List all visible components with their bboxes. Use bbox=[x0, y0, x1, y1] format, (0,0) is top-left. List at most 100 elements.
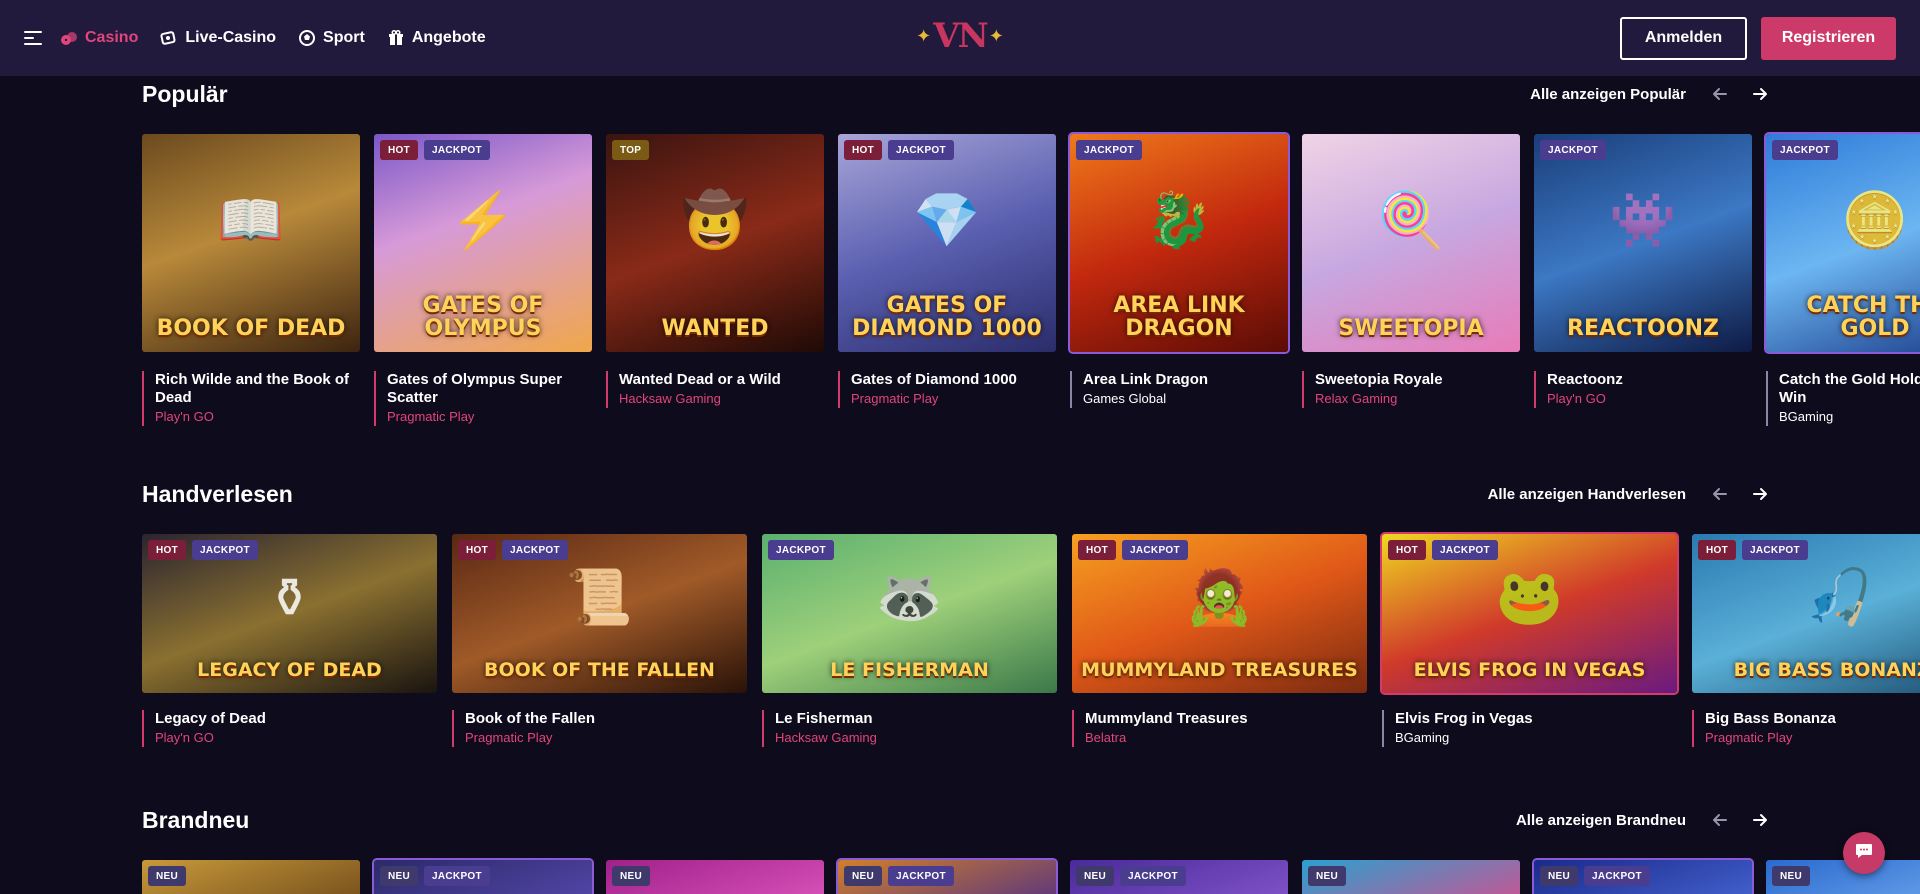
game-thumbnail[interactable]: NEU bbox=[606, 860, 824, 894]
game-provider[interactable]: Hacksaw Gaming bbox=[775, 729, 1057, 747]
game-thumbnail[interactable]: 🧟 MUMMYLAND TREASURES HOT JACKPOT bbox=[1072, 534, 1367, 693]
game-title[interactable]: Gates of Diamond 1000 bbox=[851, 371, 1056, 389]
badge-group: NEU bbox=[1308, 866, 1347, 886]
login-button[interactable]: Anmelden bbox=[1620, 16, 1747, 60]
game-logo-text: BOOK OF THE FALLEN bbox=[484, 659, 715, 682]
game-thumbnail[interactable]: NEU bbox=[142, 860, 360, 894]
game-thumbnail[interactable]: 🦝 LE FISHERMAN JACKPOT bbox=[762, 534, 1057, 693]
game-title[interactable]: Wanted Dead or a Wild bbox=[619, 371, 824, 389]
badge-group: HOT JACKPOT bbox=[1388, 540, 1498, 560]
neu-badge: NEU bbox=[844, 866, 883, 886]
game-title[interactable]: Catch the Gold Hold and Win bbox=[1779, 371, 1920, 407]
badge-group: NEU bbox=[148, 866, 187, 886]
hamburger-menu-icon[interactable] bbox=[24, 31, 42, 45]
game-thumbnail[interactable]: NEU bbox=[1766, 860, 1920, 894]
game-thumbnail[interactable]: NEU JACKPOT bbox=[1070, 860, 1288, 894]
nav-item-sport[interactable]: Sport bbox=[298, 29, 365, 47]
game-thumbnail[interactable]: 🐉 AREA LINK DRAGON JACKPOT bbox=[1068, 132, 1290, 354]
game-provider[interactable]: Relax Gaming bbox=[1315, 390, 1520, 408]
star-icon: ✦ bbox=[988, 25, 1004, 46]
game-provider[interactable]: BGaming bbox=[1779, 408, 1920, 426]
arrow-right-icon[interactable] bbox=[1750, 810, 1770, 830]
game-thumbnail[interactable]: 📜 BOOK OF THE FALLEN HOT JACKPOT bbox=[452, 534, 747, 693]
game-thumbnail[interactable]: NEU JACKPOT bbox=[836, 858, 1058, 894]
arrow-left-icon[interactable] bbox=[1710, 810, 1730, 830]
game-provider[interactable]: Play'n GO bbox=[1547, 390, 1752, 408]
game-meta: Book of the Fallen Pragmatic Play bbox=[452, 710, 747, 747]
game-thumbnail[interactable]: 💎 GATES OF DIAMOND 1000 HOT JACKPOT bbox=[838, 134, 1056, 352]
game-thumbnail[interactable]: 🎣 BIG BASS BONANZA HOTJACKPOT bbox=[1692, 534, 1920, 693]
live-chat-button[interactable] bbox=[1843, 832, 1885, 874]
game-title[interactable]: Le Fisherman bbox=[775, 710, 1057, 728]
jackpot-badge: JACKPOT bbox=[502, 540, 568, 560]
game-thumbnail[interactable]: 📖 BOOK OF DEAD bbox=[142, 134, 360, 352]
game-title[interactable]: Big Bass Bonanza bbox=[1705, 710, 1920, 728]
game-title[interactable]: Elvis Frog in Vegas bbox=[1395, 710, 1677, 728]
nav-item-live-casino[interactable]: Live-Casino bbox=[160, 29, 276, 47]
game-title[interactable]: Rich Wilde and the Book of Dead bbox=[155, 371, 360, 407]
jackpot-badge: JACKPOT bbox=[1772, 140, 1838, 160]
show-all-link[interactable]: Alle anzeigen Handverlesen bbox=[1488, 486, 1686, 503]
section-title: Populär bbox=[142, 80, 228, 107]
game-logo-text: MUMMYLAND TREASURES bbox=[1081, 659, 1358, 682]
arrow-right-icon[interactable] bbox=[1750, 84, 1770, 104]
game-thumbnail[interactable]: 🍭 SWEETOPIA bbox=[1302, 134, 1520, 352]
game-title[interactable]: Reactoonz bbox=[1547, 371, 1752, 389]
star-icon: ✦ bbox=[916, 25, 932, 46]
jackpot-badge: JACKPOT bbox=[1432, 540, 1498, 560]
brand-logo[interactable]: ✦ VN ✦ bbox=[916, 16, 1004, 56]
arrow-right-icon[interactable] bbox=[1750, 484, 1770, 504]
neu-badge: NEU bbox=[1772, 866, 1811, 886]
game-provider[interactable]: Hacksaw Gaming bbox=[619, 390, 824, 408]
nav-label: Angebote bbox=[411, 29, 486, 46]
game-thumbnail[interactable]: NEU JACKPOT bbox=[1532, 858, 1754, 894]
game-thumbnail[interactable]: ⚡ GATES OF OLYMPUS HOT JACKPOT bbox=[374, 134, 592, 352]
nav-item-offers[interactable]: Angebote bbox=[387, 29, 486, 47]
game-provider[interactable]: Pragmatic Play bbox=[1705, 729, 1920, 747]
arrow-left-icon[interactable] bbox=[1710, 84, 1730, 104]
game-thumbnail[interactable]: 🪙 CATCH THE GOLD JACKPOT bbox=[1764, 132, 1920, 354]
game-title[interactable]: Mummyland Treasures bbox=[1085, 710, 1367, 728]
neu-badge: NEU bbox=[1076, 866, 1115, 886]
game-thumbnail[interactable]: NEU JACKPOT bbox=[372, 858, 594, 894]
game-provider[interactable]: Pragmatic Play bbox=[387, 408, 592, 426]
game-thumbnail[interactable]: 🤠 WANTED TOP bbox=[606, 134, 824, 352]
register-button[interactable]: Registrieren bbox=[1761, 16, 1896, 60]
game-art-icon: 💎 bbox=[913, 190, 981, 251]
game-title[interactable]: Gates of Olympus Super Scatter bbox=[387, 371, 592, 407]
game-thumbnail[interactable]: 🐸 ELVIS FROG IN VEGAS HOT JACKPOT bbox=[1380, 532, 1679, 695]
game-meta: Big Bass Bonanza Pragmatic Play bbox=[1692, 710, 1920, 747]
badge-group: NEU bbox=[1772, 866, 1811, 886]
game-thumbnail[interactable]: 👾 REACTOONZ JACKPOT bbox=[1534, 134, 1752, 352]
jackpot-badge: JACKPOT bbox=[888, 866, 954, 886]
nav-item-casino[interactable]: Casino bbox=[60, 29, 138, 47]
game-title[interactable]: Sweetopia Royale bbox=[1315, 371, 1520, 389]
game-provider[interactable]: Pragmatic Play bbox=[851, 390, 1056, 408]
jackpot-badge: JACKPOT bbox=[192, 540, 258, 560]
game-provider[interactable]: Play'n GO bbox=[155, 408, 360, 426]
badge-group: NEU JACKPOT bbox=[380, 866, 490, 886]
show-all-link[interactable]: Alle anzeigen Populär bbox=[1530, 86, 1686, 103]
game-logo-text: ELVIS FROG IN VEGAS bbox=[1413, 659, 1646, 682]
arrow-left-icon[interactable] bbox=[1710, 484, 1730, 504]
game-provider[interactable]: Pragmatic Play bbox=[465, 729, 747, 747]
game-meta: Gates of Olympus Super Scatter Pragmatic … bbox=[374, 371, 592, 426]
jackpot-badge: JACKPOT bbox=[1742, 540, 1808, 560]
section-title: Handverlesen bbox=[142, 480, 293, 507]
game-thumbnail[interactable]: ⚱ LEGACY OF DEAD HOT JACKPOT bbox=[142, 534, 437, 693]
badge-group: HOT JACKPOT bbox=[844, 140, 954, 160]
jackpot-badge: JACKPOT bbox=[1540, 140, 1606, 160]
show-all-link[interactable]: Alle anzeigen Brandneu bbox=[1516, 812, 1686, 829]
game-thumbnail[interactable]: NEU bbox=[1302, 860, 1520, 894]
game-title[interactable]: Book of the Fallen bbox=[465, 710, 747, 728]
game-title[interactable]: Legacy of Dead bbox=[155, 710, 437, 728]
game-provider[interactable]: Belatra bbox=[1085, 729, 1367, 747]
game-provider[interactable]: Play'n GO bbox=[155, 729, 437, 747]
game-provider[interactable]: Games Global bbox=[1083, 390, 1288, 408]
game-title[interactable]: Area Link Dragon bbox=[1083, 371, 1288, 389]
game-provider[interactable]: BGaming bbox=[1395, 729, 1677, 747]
top-badge: TOP bbox=[612, 140, 650, 160]
game-art-icon: 🎣 bbox=[1805, 567, 1874, 628]
hot-badge: HOT bbox=[1698, 540, 1737, 560]
section-title: Brandneu bbox=[142, 806, 250, 833]
